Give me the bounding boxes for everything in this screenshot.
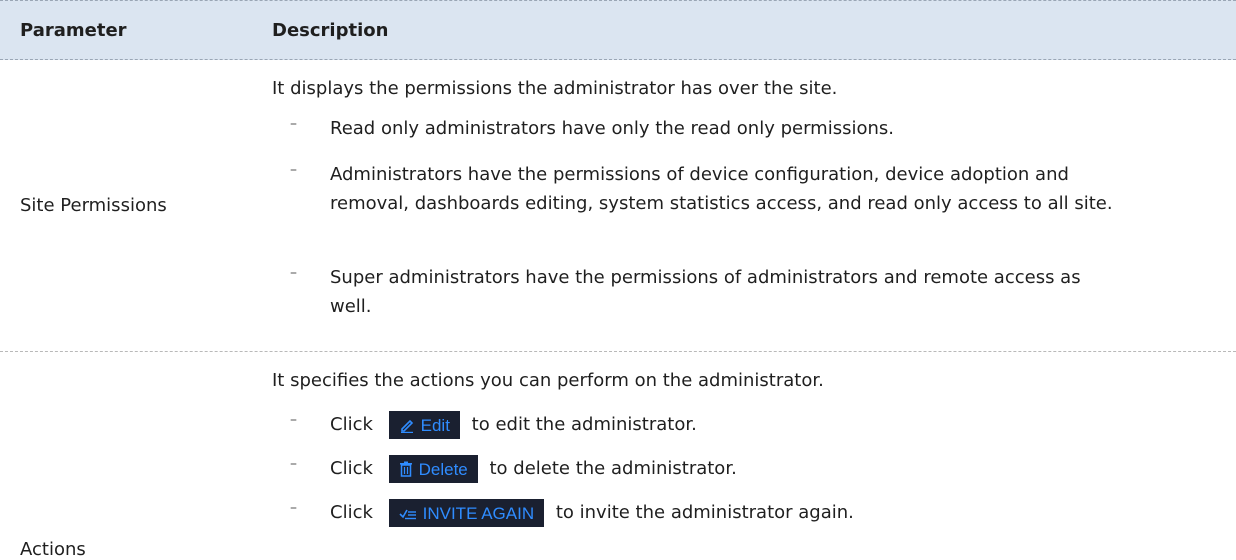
header-parameter: Parameter (20, 19, 127, 41)
param-name: Site Permissions (20, 195, 167, 216)
param-actions: Actions (0, 352, 272, 560)
edit-pencil-icon (400, 419, 413, 433)
list-item: – Click INVITE AGAIN to invite the admin… (290, 498, 1116, 527)
dash-marker: – (290, 412, 297, 428)
list-item-text: Click INVITE AGAIN to invite the adminis… (330, 498, 1116, 527)
dash-marker: – (290, 162, 297, 178)
trash-icon (399, 461, 412, 477)
list-item: – Super administrators have the permissi… (290, 263, 1116, 321)
dash-marker: – (290, 116, 297, 132)
edit-desc: to edit the administrator. (471, 414, 697, 435)
click-word: Click (330, 502, 373, 523)
click-word: Click (330, 414, 373, 435)
list-item-text: Super administrators have the permission… (330, 267, 1081, 317)
parameter-table: Parameter Description Site Permissions I… (0, 0, 1236, 560)
list-item: – Click Delete to delete the administrat… (290, 454, 1116, 483)
delete-button-label: Delete (418, 459, 468, 479)
invite-again-button[interactable]: INVITE AGAIN (388, 499, 545, 527)
delete-button[interactable]: Delete (388, 455, 478, 483)
edit-button[interactable]: Edit (388, 411, 460, 439)
desc-intro: It specifies the actions you can perform… (272, 370, 824, 391)
dash-marker: – (290, 265, 297, 281)
invite-desc: to invite the administrator again. (555, 502, 854, 523)
edit-button-label: Edit (420, 415, 450, 435)
param-name: Actions (20, 539, 86, 560)
dash-marker: – (290, 456, 297, 472)
header-description: Description (272, 19, 389, 41)
list-item: – Read only administrators have only the… (290, 114, 1116, 143)
list-item-text: Click Edit to edit the administrator. (330, 410, 1116, 439)
desc-site-permissions: It displays the permissions the administ… (272, 60, 1236, 351)
dash-marker: – (290, 500, 297, 516)
invite-check-icon (399, 509, 416, 520)
invite-again-button-label: INVITE AGAIN (422, 503, 535, 523)
table-header: Parameter Description (0, 0, 1236, 60)
desc-actions: It specifies the actions you can perform… (272, 352, 1236, 560)
click-word: Click (330, 458, 373, 479)
param-site-permissions: Site Permissions (0, 60, 272, 351)
table-row-site-permissions: Site Permissions It displays the permiss… (0, 60, 1236, 352)
desc-intro: It displays the permissions the administ… (272, 78, 838, 99)
delete-desc: to delete the administrator. (489, 458, 737, 479)
list-item-text: Read only administrators have only the r… (330, 118, 894, 139)
list-item: – Click Edit to edit the administrator. (290, 410, 1116, 439)
list-item-text: Administrators have the permissions of d… (330, 164, 1113, 214)
list-item: – Administrators have the permissions of… (290, 160, 1116, 218)
list-item-text: Click Delete to delete the administrator… (330, 454, 1116, 483)
table-row-actions: Actions It specifies the actions you can… (0, 352, 1236, 560)
